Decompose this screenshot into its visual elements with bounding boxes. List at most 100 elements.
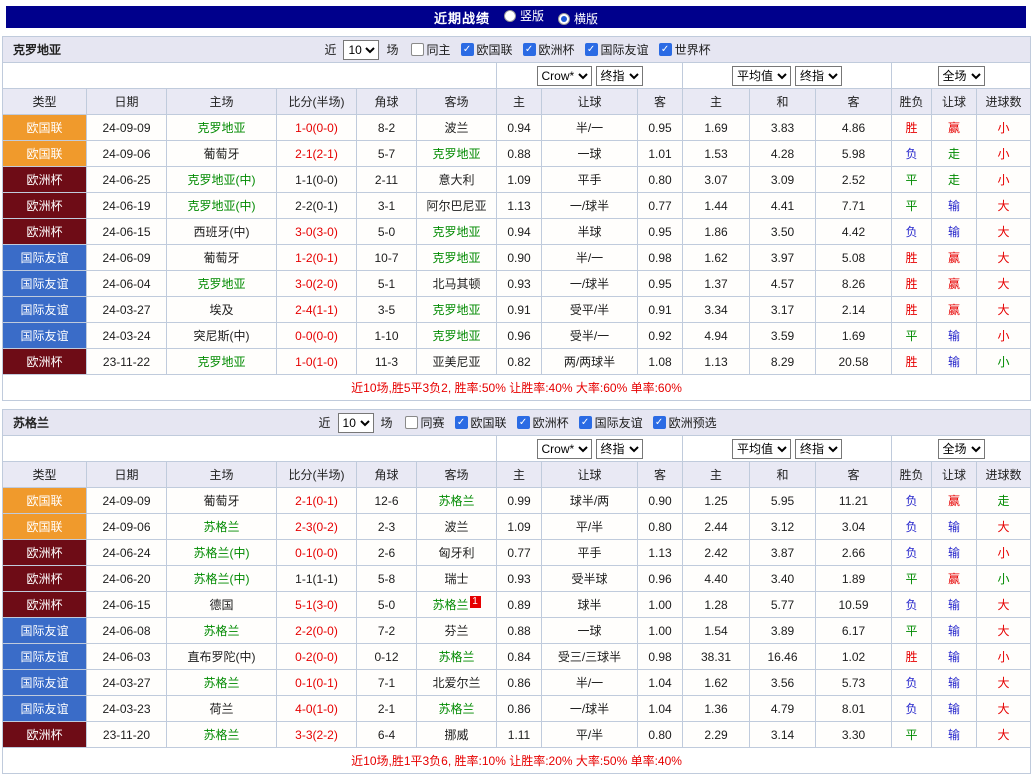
score: 2-3(0-2) bbox=[276, 513, 357, 540]
column-header: 进球数 bbox=[975, 461, 1032, 488]
match-row: 国际友谊 24-06-08 苏格兰 2-2(0-0) 7-2 芬兰 0.88 一球 1.00 1.… bbox=[2, 617, 1032, 644]
avg-home-odds: 1.37 bbox=[682, 270, 750, 297]
result-win-loss: 胜 bbox=[891, 296, 932, 323]
handicap-home-odds: 1.09 bbox=[496, 166, 542, 193]
column-header: 和 bbox=[749, 88, 816, 115]
column-header: 和 bbox=[749, 461, 816, 488]
handicap-line: 半/一 bbox=[541, 114, 638, 141]
match-type-badge: 欧洲杯 bbox=[2, 192, 87, 219]
avg-away-odds: 2.66 bbox=[815, 539, 892, 566]
league-filter-checkbox[interactable]: ✓ 世界杯 bbox=[658, 41, 711, 58]
layout-radio-vertical[interactable]: 竖版 bbox=[503, 7, 544, 24]
radio-dot-icon bbox=[561, 15, 567, 22]
home-team: 克罗地亚 bbox=[166, 270, 277, 297]
league-filter-checkbox[interactable]: ✓ 欧国联 bbox=[460, 41, 513, 58]
league-filter-checkbox[interactable]: ✓ 欧洲预选 bbox=[652, 414, 717, 431]
topbar: 近期战绩 竖版 横版 bbox=[6, 6, 1026, 28]
avg-draw-odds: 3.97 bbox=[749, 244, 816, 271]
same-filter-checkbox[interactable]: 同赛 bbox=[404, 414, 445, 431]
column-header: 主场 bbox=[166, 461, 277, 488]
away-team: 波兰 bbox=[416, 513, 497, 540]
avg-home-odds: 1.36 bbox=[682, 695, 750, 722]
average-source-select[interactable]: 平均值 bbox=[732, 65, 791, 86]
section-header-cell: 克罗地亚近 10 场同主 ✓ 欧国联 ✓ 欧洲杯 ✓ 国际友谊 ✓ 世界杯 bbox=[1, 36, 1032, 63]
league-filter-checkbox[interactable]: ✓ 国际友谊 bbox=[578, 414, 643, 431]
match-type-badge: 国际友谊 bbox=[2, 643, 87, 670]
layout-radio-horizontal[interactable]: 横版 bbox=[558, 10, 598, 27]
avg-away-odds: 4.86 bbox=[815, 114, 892, 141]
match-type-badge: 国际友谊 bbox=[2, 296, 87, 323]
league-filter-checkbox[interactable]: ✓ 欧洲杯 bbox=[516, 414, 569, 431]
league-filter-checkbox[interactable]: ✓ 欧国联 bbox=[454, 414, 507, 431]
corners: 7-1 bbox=[356, 669, 417, 696]
away-team-name: 克罗地亚 bbox=[432, 225, 481, 239]
odds-select-row: Crow* 终指 平均值 终指 全场 bbox=[2, 435, 1032, 462]
result-win-loss: 负 bbox=[891, 218, 932, 245]
checkbox-checked-icon: ✓ bbox=[522, 43, 536, 56]
odds-source-select[interactable]: Crow* bbox=[536, 438, 592, 459]
avg-away-odds: 2.14 bbox=[815, 296, 892, 323]
result-goals: 大 bbox=[975, 192, 1032, 219]
handicap-home-odds: 0.86 bbox=[496, 669, 542, 696]
average-mode-select[interactable]: 终指 bbox=[795, 438, 842, 459]
odds-source-select[interactable]: Crow* bbox=[536, 65, 592, 86]
corners: 5-8 bbox=[356, 565, 417, 592]
handicap-home-odds: 1.09 bbox=[496, 513, 542, 540]
near-label: 近 bbox=[324, 43, 337, 57]
away-team-name: 苏格兰 bbox=[438, 702, 475, 716]
column-header: 胜负 bbox=[891, 88, 932, 115]
score: 0-2(0-0) bbox=[276, 643, 357, 670]
away-team: 克罗地亚 bbox=[416, 140, 497, 167]
away-team-name: 阿尔巴尼亚 bbox=[426, 199, 487, 213]
match-date: 24-06-08 bbox=[86, 617, 167, 644]
same-filter-checkbox[interactable]: 同主 bbox=[410, 41, 451, 58]
match-date: 24-06-09 bbox=[86, 244, 167, 271]
away-team: 克罗地亚 bbox=[416, 296, 497, 323]
away-team-name: 克罗地亚 bbox=[432, 147, 481, 161]
match-date: 24-09-06 bbox=[86, 513, 167, 540]
handicap-away-odds: 0.92 bbox=[637, 322, 683, 349]
match-row: 欧国联 24-09-09 葡萄牙 2-1(0-1) 12-6 苏格兰 0.99 球半/两 0.9… bbox=[2, 487, 1032, 514]
section-header-row: 克罗地亚近 10 场同主 ✓ 欧国联 ✓ 欧洲杯 ✓ 国际友谊 ✓ 世界杯 bbox=[1, 36, 1032, 63]
avg-home-odds: 1.54 bbox=[682, 617, 750, 644]
home-team: 苏格兰(中) bbox=[166, 565, 277, 592]
sections-container: 克罗地亚近 10 场同主 ✓ 欧国联 ✓ 欧洲杯 ✓ 国际友谊 ✓ 世界杯 Crow* 终指 平均值 终指全… bbox=[1, 36, 1032, 774]
games-label: 场 bbox=[386, 43, 399, 57]
score: 2-1(0-1) bbox=[276, 487, 357, 514]
handicap-line: 半/一 bbox=[541, 669, 638, 696]
result-win-loss: 平 bbox=[891, 617, 932, 644]
avg-home-odds: 1.44 bbox=[682, 192, 750, 219]
scope-select[interactable]: 全场 bbox=[937, 65, 985, 86]
corners: 2-11 bbox=[356, 166, 417, 193]
games-count-select[interactable]: 10 bbox=[343, 39, 380, 60]
average-source-select[interactable]: 平均值 bbox=[732, 438, 791, 459]
result-handicap: 输 bbox=[931, 218, 977, 245]
scope-select[interactable]: 全场 bbox=[937, 438, 985, 459]
home-team: 葡萄牙 bbox=[166, 244, 277, 271]
avg-away-odds: 3.04 bbox=[815, 513, 892, 540]
result-win-loss: 胜 bbox=[891, 348, 932, 375]
avg-draw-odds: 3.59 bbox=[749, 322, 816, 349]
match-row: 欧洲杯 24-06-20 苏格兰(中) 1-1(1-1) 5-8 瑞士 0.93 受半球 0.9… bbox=[2, 565, 1032, 592]
league-filter-checkbox[interactable]: ✓ 欧洲杯 bbox=[522, 41, 575, 58]
avg-away-odds: 20.58 bbox=[815, 348, 892, 375]
odds-mode-select[interactable]: 终指 bbox=[595, 438, 643, 459]
home-team: 德国 bbox=[166, 591, 277, 618]
average-mode-select[interactable]: 终指 bbox=[795, 65, 842, 86]
games-label: 场 bbox=[380, 416, 393, 430]
games-count-select[interactable]: 10 bbox=[337, 412, 374, 433]
result-win-loss: 平 bbox=[891, 166, 932, 193]
result-handicap: 输 bbox=[931, 192, 977, 219]
home-team: 荷兰 bbox=[166, 695, 277, 722]
handicap-away-odds: 0.98 bbox=[637, 643, 683, 670]
match-row: 欧国联 24-09-09 克罗地亚 1-0(0-0) 8-2 波兰 0.94 半/一 0.95 1… bbox=[2, 114, 1032, 141]
score: 0-1(0-0) bbox=[276, 539, 357, 566]
score: 1-1(1-1) bbox=[276, 565, 357, 592]
result-handicap: 输 bbox=[931, 669, 977, 696]
checkbox-checked-icon: ✓ bbox=[460, 43, 474, 56]
handicap-line: 平手 bbox=[541, 166, 638, 193]
avg-home-odds: 1.86 bbox=[682, 218, 750, 245]
league-filter-checkbox[interactable]: ✓ 国际友谊 bbox=[584, 41, 649, 58]
score: 3-0(2-0) bbox=[276, 270, 357, 297]
odds-mode-select[interactable]: 终指 bbox=[595, 65, 643, 86]
